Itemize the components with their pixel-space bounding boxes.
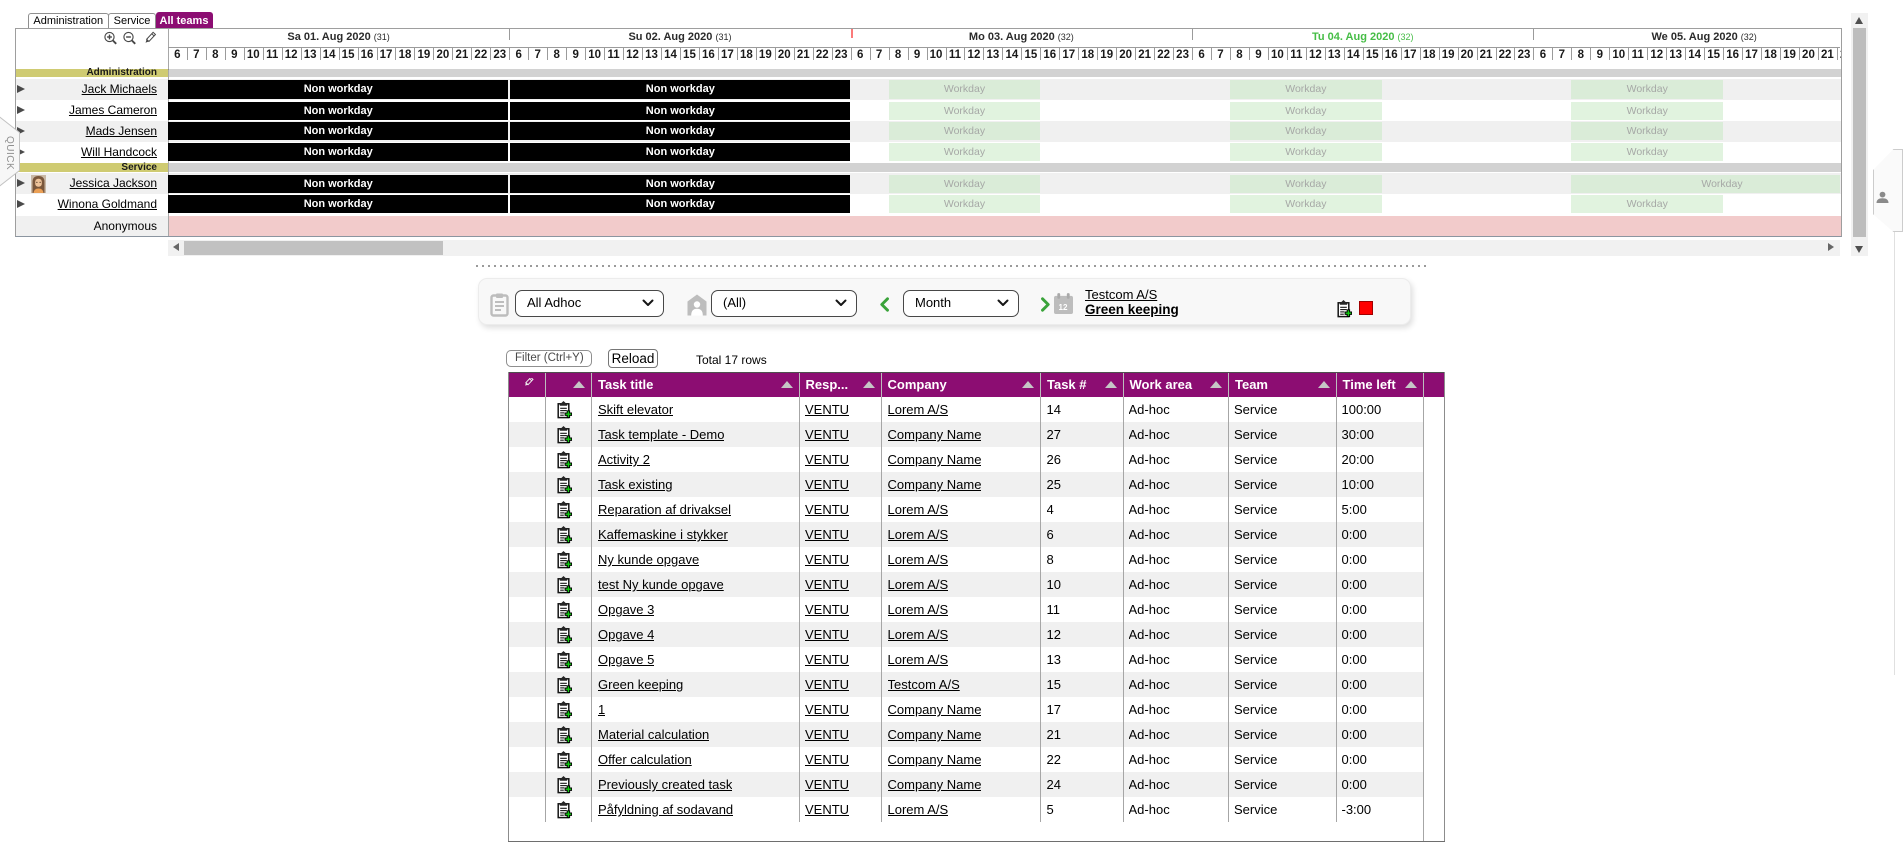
svg-text:12: 12	[1059, 303, 1068, 312]
